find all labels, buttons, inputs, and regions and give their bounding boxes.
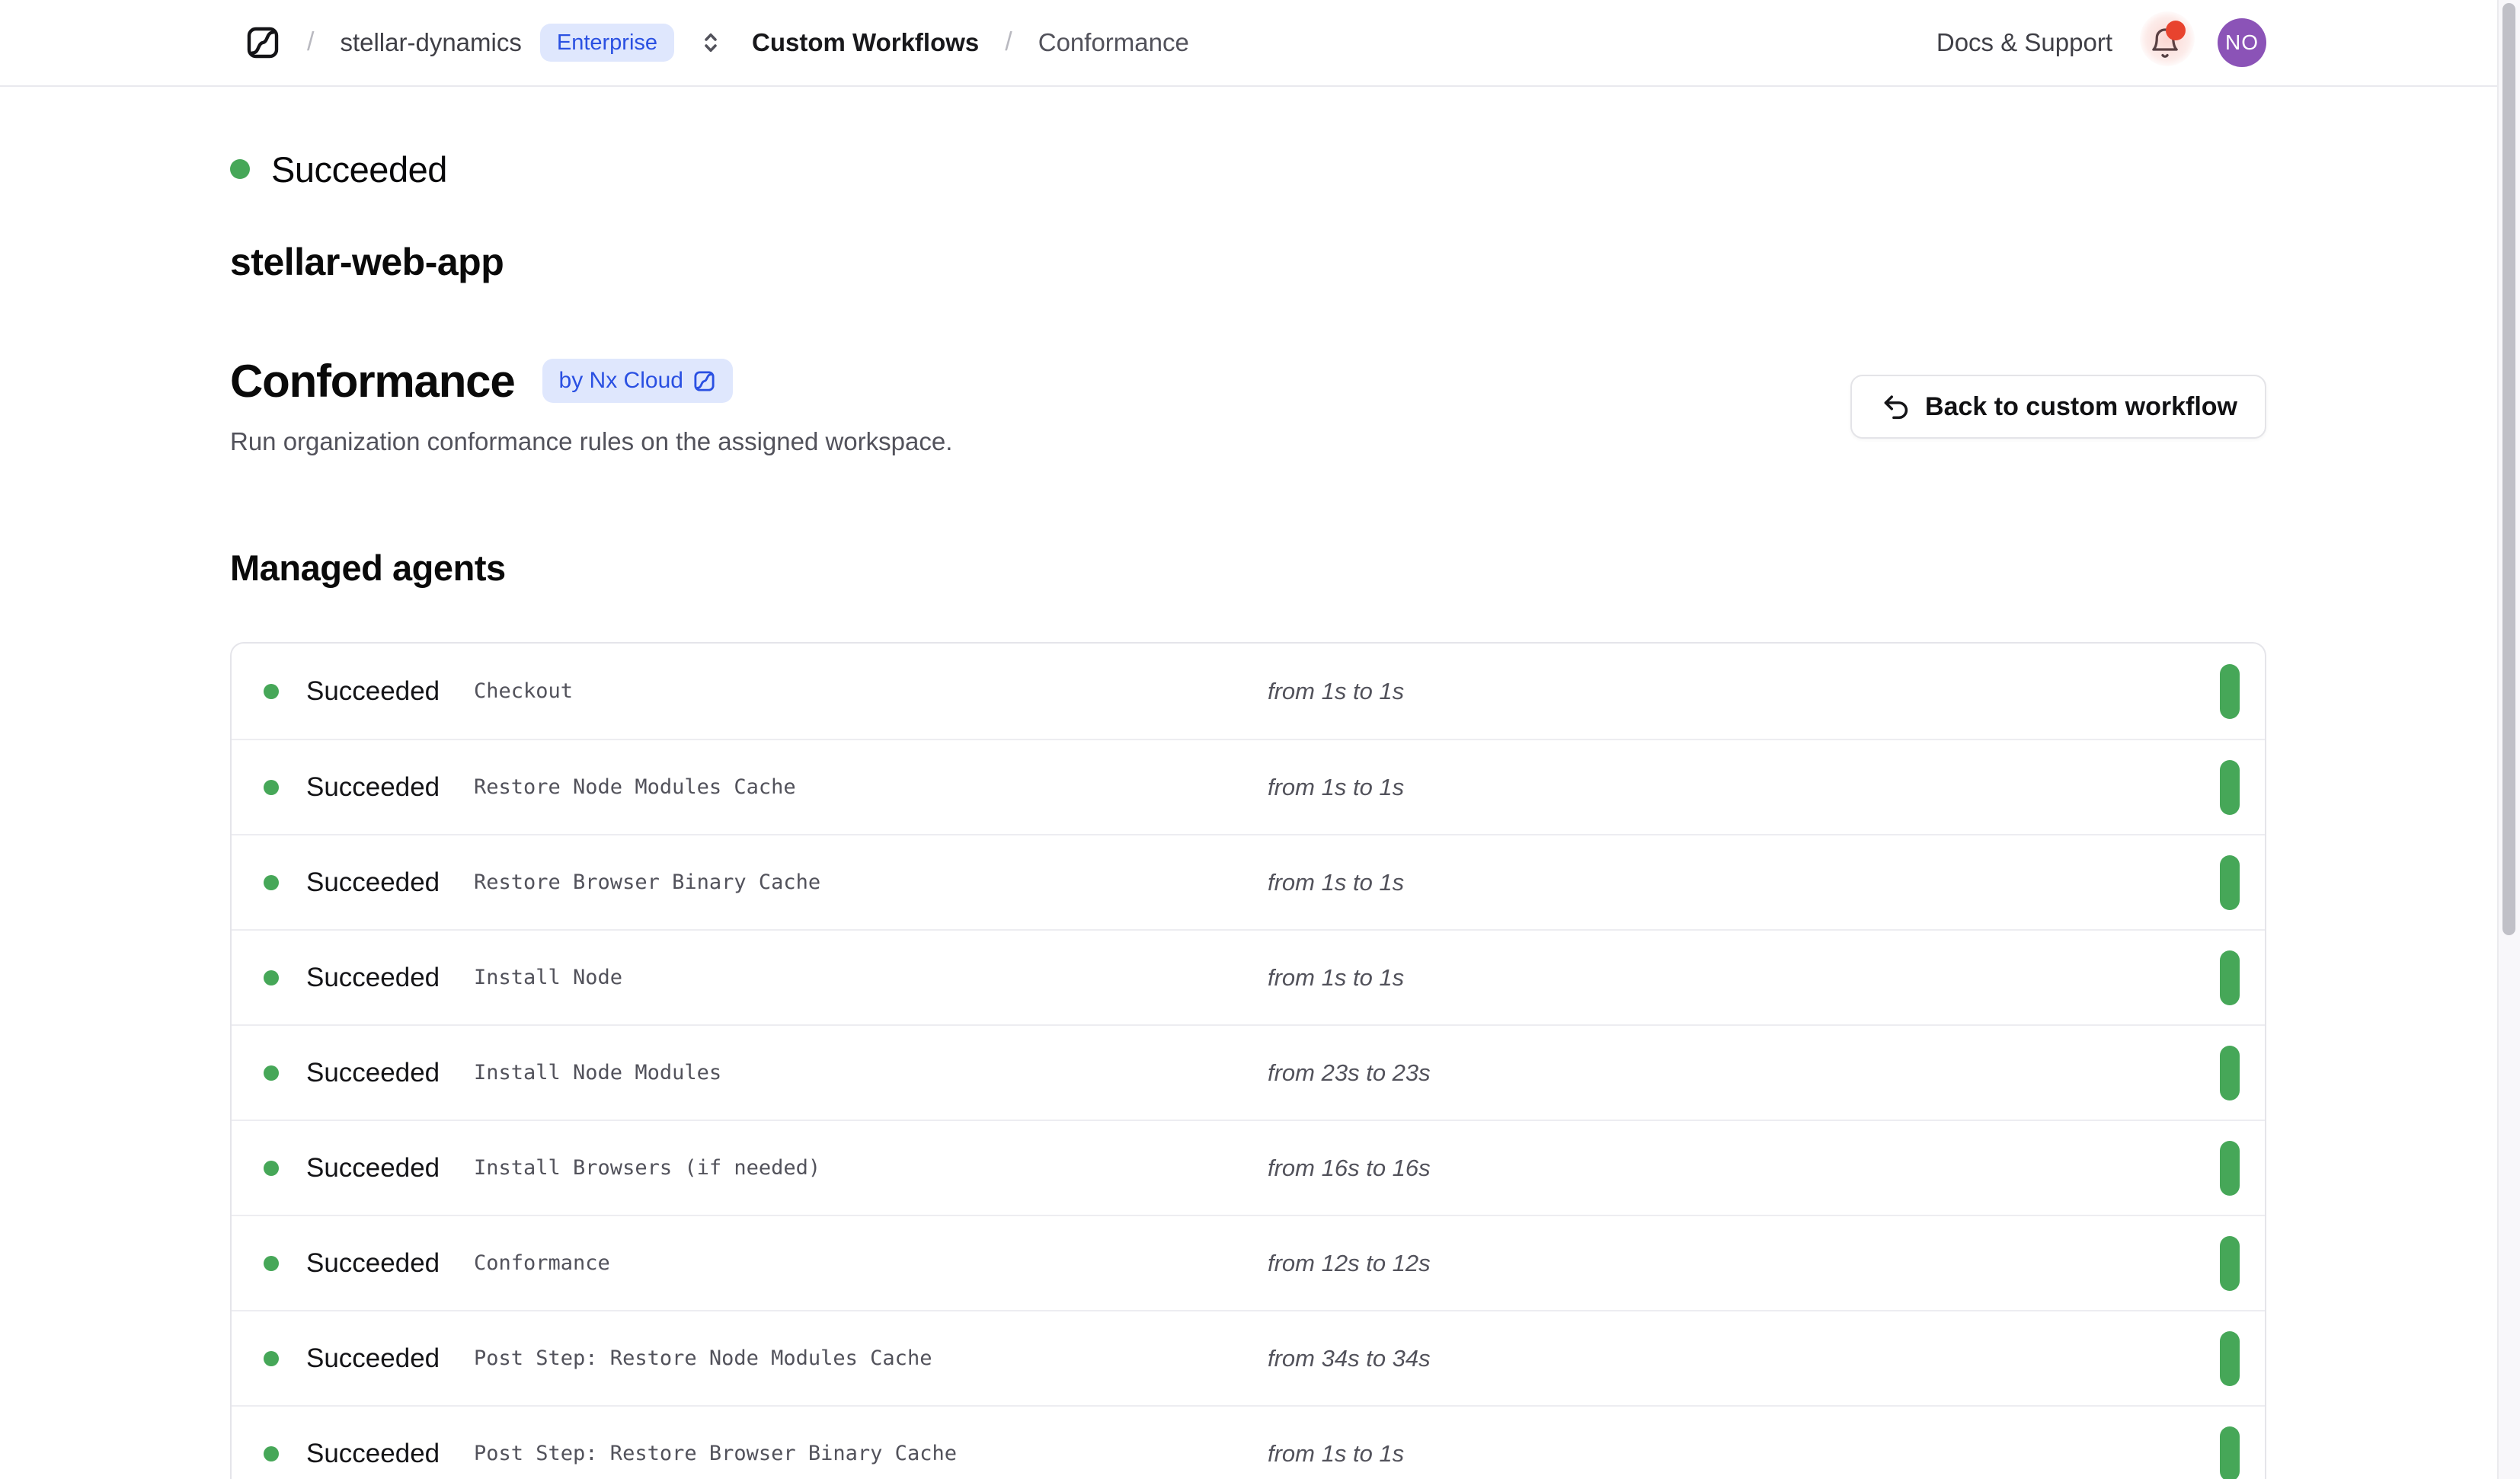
nav-actions: Docs & Support NO <box>1936 18 2266 67</box>
status-dot-icon <box>230 159 250 179</box>
status-dot-icon <box>264 780 279 795</box>
step-status-label: Succeeded <box>306 1153 440 1184</box>
duration-bar <box>2220 1141 2240 1196</box>
step-status: Succeeded <box>264 772 474 803</box>
step-name: Post Step: Restore Browser Binary Cache <box>474 1442 1268 1465</box>
step-name: Conformance <box>474 1251 1268 1275</box>
step-name: Post Step: Restore Node Modules Cache <box>474 1346 1268 1370</box>
breadcrumb-section[interactable]: Custom Workflows <box>752 28 979 57</box>
step-timing: from 34s to 34s <box>1268 1345 2265 1372</box>
status-dot-icon <box>264 684 279 699</box>
duration-bar <box>2220 950 2240 1005</box>
step-status: Succeeded <box>264 867 474 898</box>
duration-bar <box>2220 1426 2240 1479</box>
agent-step-row[interactable]: Succeeded Restore Browser Binary Cache f… <box>232 834 2265 929</box>
workspace-title: stellar-web-app <box>230 241 2266 283</box>
step-status-label: Succeeded <box>306 772 440 803</box>
status-dot-icon <box>264 970 279 985</box>
breadcrumb-current-page: Conformance <box>1038 28 1189 57</box>
managed-agents-list: Succeeded Checkout from 1s to 1s Succeed… <box>230 642 2266 1479</box>
top-nav: / stellar-dynamics Enterprise Custom Wor… <box>0 0 2520 87</box>
agent-step-row[interactable]: Succeeded Install Node Modules from 23s … <box>232 1024 2265 1120</box>
agent-step-row[interactable]: Succeeded Checkout from 1s to 1s <box>232 644 2265 739</box>
by-nx-cloud-label: by Nx Cloud <box>559 368 683 394</box>
step-timing: from 1s to 1s <box>1268 869 2265 896</box>
breadcrumb-separator: / <box>1005 27 1012 57</box>
step-timing: from 1s to 1s <box>1268 774 2265 801</box>
chevrons-up-down-icon <box>696 27 726 58</box>
undo-arrow-icon <box>1879 391 1911 423</box>
status-dot-icon <box>264 1161 279 1176</box>
step-timing: from 1s to 1s <box>1268 678 2265 705</box>
run-status: Succeeded <box>230 148 2266 190</box>
duration-bar <box>2220 1331 2240 1386</box>
step-name: Install Browsers (if needed) <box>474 1156 1268 1180</box>
scrollbar-track <box>2497 0 2520 1479</box>
agent-step-row[interactable]: Succeeded Install Browsers (if needed) f… <box>232 1120 2265 1215</box>
agent-step-row[interactable]: Succeeded Install Node from 1s to 1s <box>232 929 2265 1024</box>
page-title: Conformance <box>230 355 515 407</box>
run-status-label: Succeeded <box>271 149 447 190</box>
step-timing: from 12s to 12s <box>1268 1250 2265 1277</box>
duration-bar <box>2220 664 2240 719</box>
workflow-section-header: Conformance by Nx Cloud Run organization… <box>230 353 2266 457</box>
step-status-label: Succeeded <box>306 867 440 898</box>
nx-cloud-logo-icon[interactable] <box>245 24 281 61</box>
docs-support-link[interactable]: Docs & Support <box>1936 28 2112 57</box>
back-button-label: Back to custom workflow <box>1925 392 2237 422</box>
step-name: Restore Browser Binary Cache <box>474 870 1268 894</box>
breadcrumb: / stellar-dynamics Enterprise Custom Wor… <box>245 24 1189 62</box>
managed-agents-heading: Managed agents <box>230 547 2266 589</box>
agent-step-row[interactable]: Succeeded Restore Node Modules Cache fro… <box>232 739 2265 834</box>
step-name: Install Node Modules <box>474 1061 1268 1084</box>
step-name: Checkout <box>474 679 1268 703</box>
step-status-label: Succeeded <box>306 963 440 993</box>
step-status: Succeeded <box>264 1439 474 1469</box>
back-to-custom-workflow-button[interactable]: Back to custom workflow <box>1850 375 2266 439</box>
breadcrumb-separator: / <box>307 27 314 57</box>
status-dot-icon <box>264 1446 279 1461</box>
scrollbar-thumb[interactable] <box>2502 3 2515 935</box>
plan-badge: Enterprise <box>540 24 674 62</box>
step-status-label: Succeeded <box>306 1439 440 1469</box>
main-content: Succeeded stellar-web-app Conformance by… <box>230 148 2266 1479</box>
workspace-switcher-button[interactable] <box>696 27 726 58</box>
agent-step-row[interactable]: Succeeded Post Step: Restore Node Module… <box>232 1310 2265 1405</box>
status-dot-icon <box>264 1256 279 1271</box>
step-status: Succeeded <box>264 1248 474 1279</box>
step-status-label: Succeeded <box>306 1058 440 1088</box>
step-status: Succeeded <box>264 1058 474 1088</box>
step-status: Succeeded <box>264 963 474 993</box>
notification-dot <box>2166 21 2186 40</box>
step-timing: from 16s to 16s <box>1268 1155 2265 1182</box>
breadcrumb-org[interactable]: stellar-dynamics <box>340 28 521 57</box>
status-dot-icon <box>264 1351 279 1366</box>
duration-bar <box>2220 1236 2240 1291</box>
step-status-label: Succeeded <box>306 1248 440 1279</box>
step-timing: from 1s to 1s <box>1268 964 2265 992</box>
step-timing: from 1s to 1s <box>1268 1440 2265 1468</box>
notifications-button[interactable] <box>2147 25 2183 60</box>
status-dot-icon <box>264 1065 279 1081</box>
step-status: Succeeded <box>264 1343 474 1374</box>
duration-bar <box>2220 760 2240 815</box>
step-status-label: Succeeded <box>306 1343 440 1374</box>
step-status: Succeeded <box>264 676 474 707</box>
step-name: Restore Node Modules Cache <box>474 775 1268 799</box>
step-status-label: Succeeded <box>306 676 440 707</box>
duration-bar <box>2220 1046 2240 1100</box>
notification-halo <box>2140 11 2195 66</box>
status-dot-icon <box>264 875 279 890</box>
agent-step-row[interactable]: Succeeded Conformance from 12s to 12s <box>232 1215 2265 1310</box>
by-nx-cloud-badge[interactable]: by Nx Cloud <box>542 359 733 403</box>
step-timing: from 23s to 23s <box>1268 1059 2265 1087</box>
agent-step-row[interactable]: Succeeded Post Step: Restore Browser Bin… <box>232 1405 2265 1479</box>
duration-bar <box>2220 855 2240 910</box>
avatar[interactable]: NO <box>2218 18 2266 67</box>
step-name: Install Node <box>474 966 1268 989</box>
step-status: Succeeded <box>264 1153 474 1184</box>
nx-cloud-mini-logo-icon <box>692 369 716 393</box>
